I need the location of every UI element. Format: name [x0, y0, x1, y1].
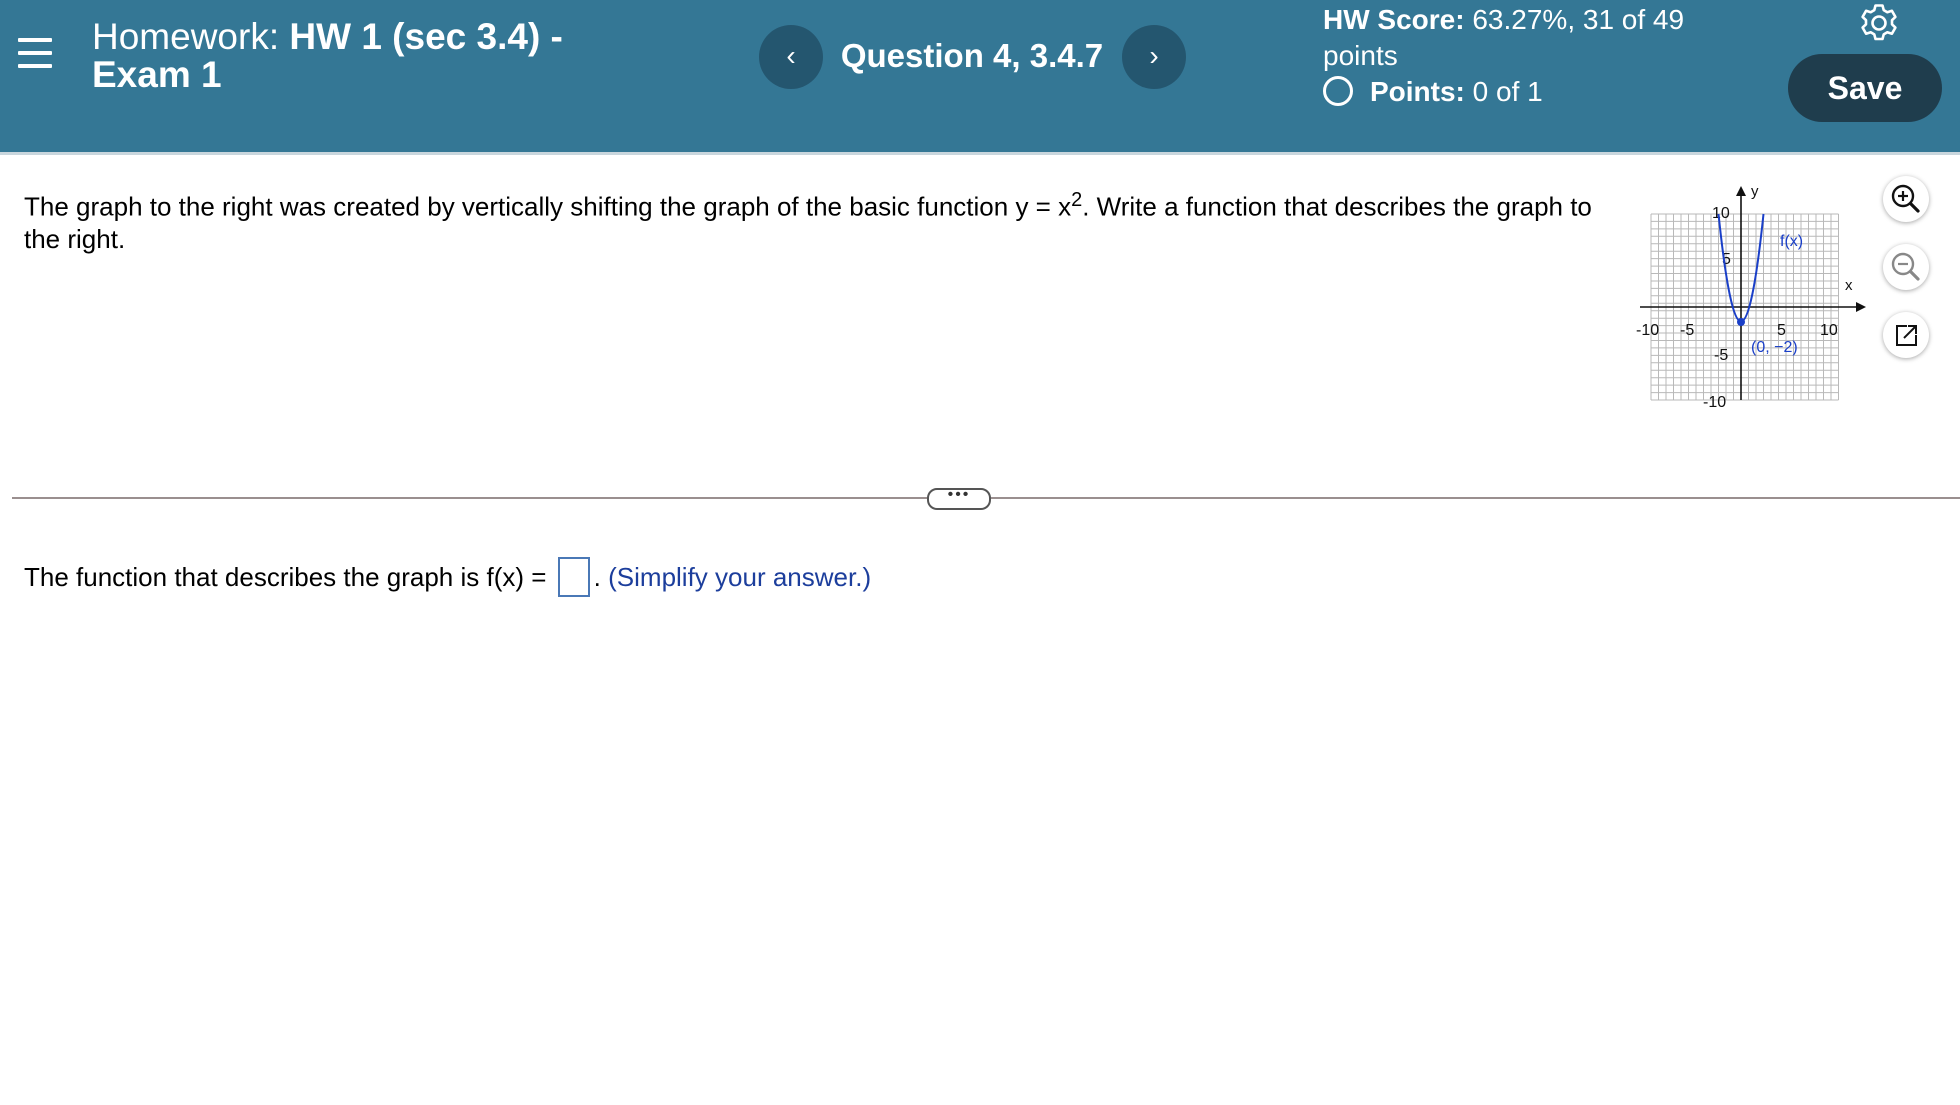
popout-button[interactable] [1883, 312, 1929, 358]
points-label: Points: [1370, 76, 1465, 107]
hw-score-label: HW Score: [1323, 4, 1465, 35]
settings-gear-icon[interactable] [1858, 2, 1900, 44]
x-tick-10: 10 [1820, 322, 1838, 339]
prompt-text-part1: The graph to the right was created by ve… [24, 191, 1072, 222]
points-row: Points: 0 of 1 [1323, 74, 1543, 110]
expand-more-button[interactable]: ••• [927, 487, 991, 510]
prompt-exponent: 2 [1071, 189, 1083, 211]
header-shadow [0, 152, 1960, 155]
answer-input[interactable] [557, 557, 590, 597]
y-tick-10: 10 [1712, 205, 1730, 222]
header-bar: Homework: HW 1 (sec 3.4) - Exam 1 ‹ Ques… [0, 0, 1960, 152]
question-label: Question 4, 3.4.7 [840, 37, 1104, 74]
parabola-graph: y x 10 5 -5 -10 -10 -5 5 10 f(x) (0, −2) [1636, 183, 1866, 410]
y-axis-label: y [1751, 183, 1759, 200]
open-in-new-window-icon [1896, 325, 1917, 346]
zoom-out-button[interactable] [1883, 244, 1929, 290]
function-label: f(x) [1780, 233, 1803, 250]
points-value: 0 of 1 [1464, 76, 1543, 107]
x-tick-neg5: -5 [1680, 322, 1694, 339]
homework-title-prefix: Homework: [92, 16, 290, 57]
zoom-in-button[interactable] [1883, 176, 1929, 222]
menu-icon[interactable] [18, 38, 52, 72]
y-tick-neg5: -5 [1714, 347, 1728, 364]
x-tick-neg10: -10 [1636, 322, 1659, 339]
vertex-point [1737, 318, 1745, 326]
answer-suffix: . [593, 561, 601, 592]
y-tick-neg10: -10 [1703, 394, 1726, 410]
save-button[interactable]: Save [1788, 54, 1942, 122]
answer-row: The function that describes the graph is… [24, 557, 872, 599]
points-status-icon [1323, 75, 1353, 106]
question-prompt: The graph to the right was created by ve… [24, 184, 1624, 255]
homework-title: Homework: HW 1 (sec 3.4) - Exam 1 [92, 18, 612, 94]
simplify-hint: (Simplify your answer.) [608, 561, 872, 592]
zoom-in-icon [1891, 184, 1920, 213]
zoom-out-icon [1891, 252, 1920, 281]
x-tick-5: 5 [1777, 322, 1786, 339]
next-question-button[interactable]: › [1122, 25, 1186, 89]
x-axis-label: x [1845, 277, 1853, 294]
previous-question-button[interactable]: ‹ [759, 25, 823, 89]
vertex-label: (0, −2) [1751, 339, 1798, 356]
answer-prefix: The function that describes the graph is… [24, 561, 554, 592]
hw-score: HW Score: 63.27%, 31 of 49 points [1323, 2, 1743, 74]
